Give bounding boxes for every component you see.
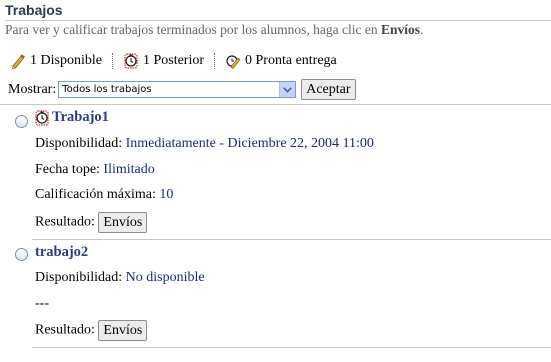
- filter-select[interactable]: Todos los trabajos: [58, 81, 297, 98]
- due-row-1: Fecha tope: Ilimitado: [35, 162, 155, 178]
- result-label: Resultado:: [35, 214, 95, 230]
- accept-button[interactable]: Aceptar: [301, 79, 356, 100]
- placeholder-text: ---: [35, 296, 49, 311]
- availability-value: Inmediatamente - Diciembre 22, 2004 11:0…: [125, 136, 374, 151]
- result-row-2: Resultado: Envíos: [35, 320, 148, 341]
- clock-icon: [124, 53, 138, 69]
- result-row-1: Resultado: Envíos: [35, 212, 148, 233]
- legend-separator: [214, 53, 216, 69]
- max-grade-value: 10: [159, 187, 174, 202]
- availability-row-1: Disponibilidad: Inmediatamente - Diciemb…: [35, 136, 374, 152]
- legend-early-label: 0 Pronta entrega: [245, 53, 337, 68]
- result-label: Resultado:: [35, 322, 95, 338]
- pencil-icon: [12, 54, 25, 69]
- filter-label: Mostrar:: [8, 81, 57, 97]
- availability-label: Disponibilidad:: [35, 270, 123, 285]
- placeholder-row-2: ---: [35, 296, 49, 312]
- clock-icon: [35, 110, 49, 125]
- legend-available: 1 Disponible: [10, 53, 102, 69]
- submissions-button-1[interactable]: Envíos: [98, 212, 148, 233]
- select-radio-trabajo1[interactable]: [15, 115, 28, 128]
- pencil-clock-icon: [226, 55, 241, 69]
- assignment-title-1-label[interactable]: Trabajo1: [52, 109, 109, 126]
- legend-available-label: 1 Disponible: [30, 53, 102, 68]
- filter-bar: Mostrar: Todos los trabajos Aceptar: [8, 79, 356, 100]
- assignment-title-2-label[interactable]: trabajo2: [35, 244, 88, 261]
- chevron-down-icon[interactable]: [279, 82, 296, 97]
- title-divider: [5, 20, 551, 21]
- assignment-title-2[interactable]: trabajo2: [35, 244, 88, 261]
- legend-later-label: 1 Posterior: [142, 53, 205, 68]
- assignment-title-1[interactable]: Trabajo1: [34, 109, 109, 126]
- legend-early: 0 Pronta entrega: [225, 53, 337, 69]
- page-title: Trabajos: [5, 2, 63, 18]
- intro-link: Envíos: [381, 22, 421, 37]
- submissions-button-2[interactable]: Envíos: [98, 320, 148, 341]
- filter-select-value: Todos los trabajos: [62, 84, 152, 95]
- availability-label: Disponibilidad:: [35, 136, 123, 151]
- legend-separator: [111, 53, 113, 69]
- list-divider: [0, 104, 551, 105]
- due-label: Fecha tope:: [35, 162, 100, 177]
- availability-value: No disponible: [125, 270, 205, 285]
- select-radio-trabajo2[interactable]: [15, 248, 28, 261]
- availability-row-2: Disponibilidad: No disponible: [35, 270, 205, 286]
- due-value: Ilimitado: [103, 162, 155, 177]
- legend-later: 1 Posterior: [123, 53, 204, 69]
- row-divider: [32, 239, 551, 240]
- row-divider: [32, 347, 551, 348]
- intro-suffix: .: [420, 22, 424, 37]
- intro-text: Para ver y calificar trabajos terminados…: [5, 22, 423, 38]
- max-grade-row-1: Calificación máxima: 10: [35, 187, 173, 203]
- max-grade-label: Calificación máxima:: [35, 187, 156, 202]
- status-legend: 1 Disponible 1 Posterior 0 Pronta entreg…: [10, 53, 337, 69]
- intro-prefix: Para ver y calificar trabajos terminados…: [5, 22, 381, 37]
